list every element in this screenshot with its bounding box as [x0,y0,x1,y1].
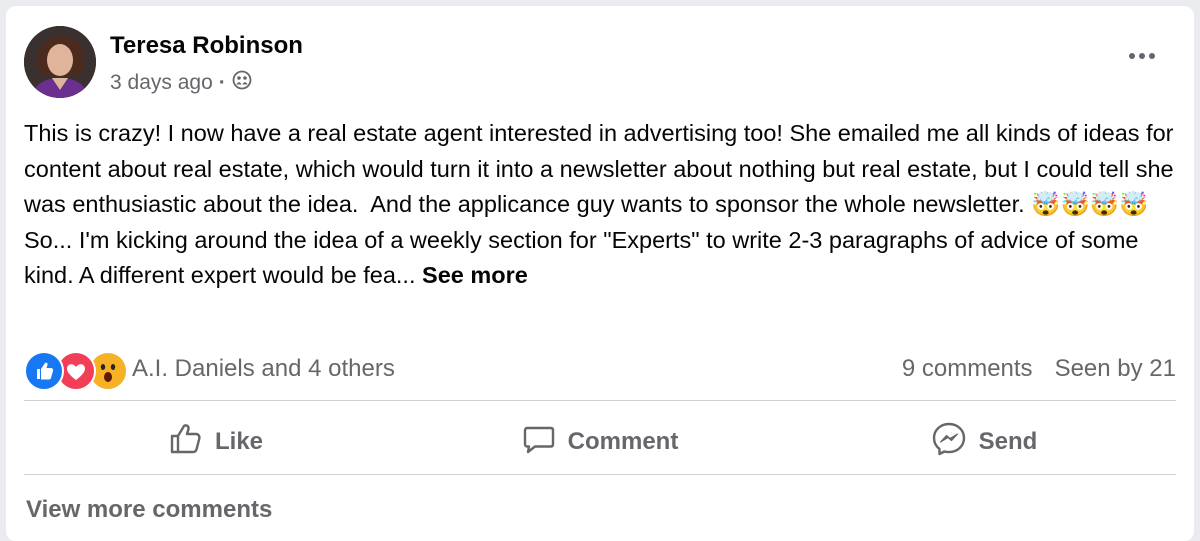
meta-separator: · [218,71,226,94]
divider-bottom [24,474,1176,475]
view-more-comments-link[interactable]: View more comments [26,496,272,524]
comment-label: Comment [567,428,679,455]
reactions-row: A.I. Daniels and 4 others 9 comments See… [24,346,1176,392]
action-bar: Like Comment Send [24,408,1176,476]
messenger-icon [931,421,967,464]
post-card: Teresa Robinson 3 days ago · This is cra… [6,6,1194,541]
emoji-mind-blown-2: 🤯 [1060,191,1090,217]
emoji-mind-blown-1: 🤯 [1031,191,1061,217]
comments-count[interactable]: 9 comments [902,355,1033,383]
reaction-icons[interactable] [24,349,128,391]
post-text: This is crazy! I now have a real estate … [24,116,1176,294]
more-options-icon[interactable] [1122,44,1162,68]
like-label: Like [214,428,264,455]
seen-by-count[interactable]: Seen by 21 [1055,355,1176,383]
like-button[interactable]: Like [24,408,408,476]
divider-top [24,400,1176,401]
post-meta: 3 days ago · [110,70,252,96]
post-body: This is crazy! I now have a real estate … [24,120,1181,217]
emoji-mind-blown-3: 🤯 [1089,191,1120,217]
thumbs-up-icon [169,422,203,463]
comment-icon [522,422,556,463]
avatar[interactable] [24,26,96,98]
reaction-names[interactable]: A.I. Daniels and 4 others [132,355,395,383]
post-header: Teresa Robinson 3 days ago · [24,26,1174,102]
like-icon [24,351,64,391]
emoji-mind-blown-4: 🤯 [1119,191,1149,217]
post-stats: 9 comments Seen by 21 [902,355,1176,383]
author-name[interactable]: Teresa Robinson [110,32,303,60]
send-button[interactable]: Send [792,408,1176,476]
group-icon [232,70,252,96]
post-time[interactable]: 3 days ago [110,71,213,95]
send-label: Send [978,428,1038,455]
see-more-link[interactable]: See more [422,262,528,288]
comment-button[interactable]: Comment [408,408,792,476]
